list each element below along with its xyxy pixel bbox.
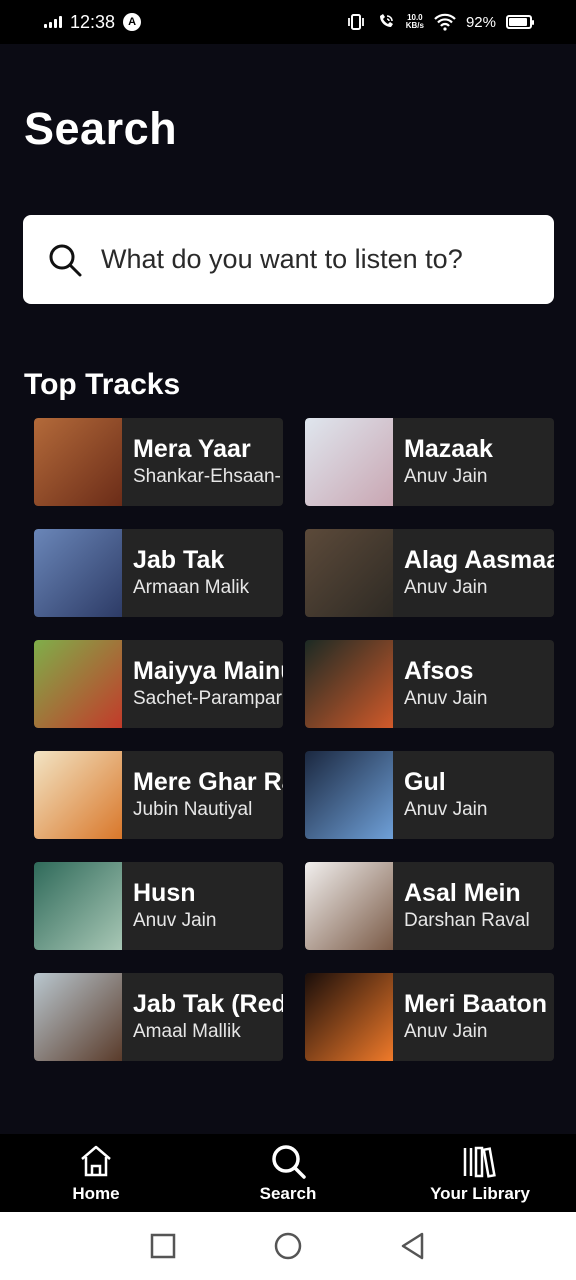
track-artist: Anuv Jain: [404, 799, 488, 820]
track-card[interactable]: Mera Yaar Shankar-Ehsaan-: [34, 418, 283, 506]
track-artist: Amaal Mallik: [133, 1021, 241, 1042]
album-art: [305, 862, 393, 950]
album-art: [305, 529, 393, 617]
status-bar: 12:38 A 10.0 KB/s 92%: [0, 0, 576, 44]
wifi-icon: [434, 13, 456, 31]
nav-search[interactable]: Search: [193, 1142, 383, 1204]
battery-icon: [506, 15, 534, 29]
track-info: Meri Baaton Anuv Jain: [393, 989, 547, 1045]
track-info: Jab Tak (Redu Amaal Mallik: [122, 989, 283, 1045]
nav-library-label: Your Library: [430, 1184, 530, 1203]
track-title: Maiyya Mainu: [133, 657, 283, 685]
album-art: [305, 418, 393, 506]
album-art: [305, 973, 393, 1061]
page-title: Search: [24, 103, 178, 154]
track-artist: Anuv Jain: [133, 910, 217, 931]
search-input[interactable]: [101, 244, 521, 275]
track-artist: Sachet-Parampar: [133, 688, 282, 709]
battery-level: [509, 18, 528, 26]
track-title: Mazaak: [404, 435, 493, 463]
track-artist: Anuv Jain: [404, 1021, 488, 1042]
app-notification-icon: A: [123, 13, 142, 31]
track-artist: Shankar-Ehsaan-: [133, 466, 281, 487]
track-info: Afsos Anuv Jain: [393, 656, 487, 712]
clock: 12:38: [70, 11, 116, 32]
back-icon[interactable]: [398, 1231, 428, 1261]
recent-apps-icon[interactable]: [148, 1231, 178, 1261]
track-artist: Anuv Jain: [404, 466, 488, 487]
album-art: [305, 751, 393, 839]
track-title: Alag Aasmaa: [404, 546, 554, 574]
track-card[interactable]: Jab Tak Armaan Malik: [34, 529, 283, 617]
search-icon: [272, 1145, 306, 1179]
track-card[interactable]: Meri Baaton Anuv Jain: [305, 973, 554, 1061]
track-artist: Darshan Raval: [404, 910, 530, 931]
album-art: [305, 640, 393, 728]
home-circle-icon[interactable]: [273, 1231, 303, 1261]
section-title-top-tracks: Top Tracks: [24, 368, 181, 401]
library-icon: [463, 1146, 496, 1178]
wifi-calling-icon: [379, 14, 393, 27]
track-card[interactable]: Afsos Anuv Jain: [305, 640, 554, 728]
track-info: Gul Anuv Jain: [393, 767, 487, 823]
album-art: [34, 529, 122, 617]
track-card[interactable]: Gul Anuv Jain: [305, 751, 554, 839]
top-tracks-grid: Mera Yaar Shankar-Ehsaan- Mazaak Anuv Jain J…: [34, 418, 554, 1061]
track-artist: Anuv Jain: [404, 688, 488, 709]
track-info: Mere Ghar Ram Jubin Nautiyal: [122, 767, 283, 823]
track-title: Meri Baaton: [404, 990, 548, 1018]
track-title: Mera Yaar: [133, 435, 251, 463]
track-info: Asal Mein Darshan Raval: [393, 878, 530, 934]
nav-library[interactable]: Your Library: [385, 1142, 575, 1204]
speed-unit: KB/s: [405, 21, 424, 30]
track-info: Mazaak Anuv Jain: [393, 434, 493, 490]
search-icon: [49, 244, 82, 276]
track-title: Husn: [133, 879, 196, 907]
track-card[interactable]: Mazaak Anuv Jain: [305, 418, 554, 506]
battery-percent: 92%: [465, 13, 496, 31]
track-card[interactable]: Mere Ghar Ram Jubin Nautiyal: [34, 751, 283, 839]
track-info: Jab Tak Armaan Malik: [122, 545, 249, 601]
track-info: Husn Anuv Jain: [122, 878, 216, 934]
status-right: 10.0 KB/s 92%: [346, 13, 534, 31]
nav-search-label: Search: [259, 1184, 317, 1203]
status-left: 12:38 A: [44, 11, 142, 33]
signal-icon: [44, 16, 62, 28]
album-art: [34, 862, 122, 950]
track-card[interactable]: Asal Mein Darshan Raval: [305, 862, 554, 950]
system-navigation-bar: [0, 1212, 576, 1280]
track-card[interactable]: Jab Tak (Redu Amaal Mallik: [34, 973, 283, 1061]
album-art: [34, 418, 122, 506]
track-title: Mere Ghar Ram: [133, 768, 283, 796]
nav-home[interactable]: Home: [1, 1142, 191, 1204]
album-art: [34, 973, 122, 1061]
track-artist: Anuv Jain: [404, 577, 488, 598]
track-info: Mera Yaar Shankar-Ehsaan-: [122, 434, 281, 490]
track-artist: Jubin Nautiyal: [133, 799, 253, 820]
track-info: Alag Aasmaa Anuv Jain: [393, 545, 554, 601]
track-title: Asal Mein: [404, 879, 521, 907]
track-title: Afsos: [404, 657, 474, 685]
track-artist: Armaan Malik: [133, 577, 250, 598]
track-info: Maiyya Mainu Sachet-Parampar: [122, 656, 283, 712]
nav-home-label: Home: [72, 1184, 120, 1203]
home-icon: [81, 1145, 111, 1177]
track-card[interactable]: Alag Aasmaa Anuv Jain: [305, 529, 554, 617]
bottom-navigation: Home Search Your Library: [0, 1134, 576, 1212]
album-art: [34, 751, 122, 839]
track-card[interactable]: Maiyya Mainu Sachet-Parampar: [34, 640, 283, 728]
track-title: Jab Tak (Redu: [133, 990, 283, 1018]
vibrate-icon: [347, 14, 364, 30]
album-art: [34, 640, 122, 728]
network-speed: 10.0 KB/s: [406, 14, 424, 30]
search-bar[interactable]: [23, 215, 554, 304]
track-card[interactable]: Husn Anuv Jain: [34, 862, 283, 950]
track-title: Gul: [404, 768, 446, 796]
track-title: Jab Tak: [133, 546, 225, 574]
